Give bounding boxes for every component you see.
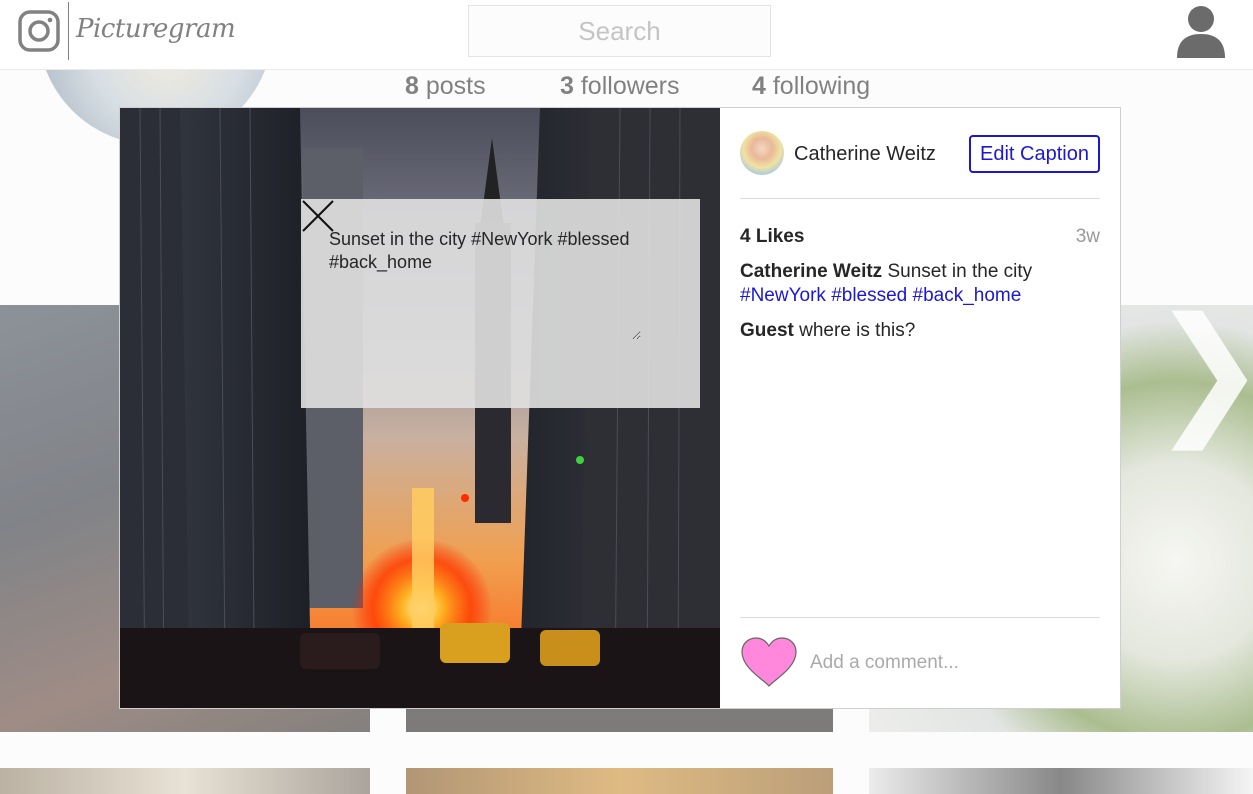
caption-textarea[interactable]: Sunset in the city #NewYork #blessed #ba…	[329, 228, 641, 340]
post-details: Catherine Weitz Edit Caption 4 Likes 3w …	[740, 108, 1100, 708]
post-photo: Sunset in the city #NewYork #blessed #ba…	[120, 108, 720, 708]
author-avatar[interactable]	[740, 131, 784, 175]
hashtag-link[interactable]: #NewYork	[740, 285, 826, 306]
close-x-icon[interactable]	[301, 199, 335, 233]
hashtag-link[interactable]: #blessed	[831, 285, 907, 306]
caption-author[interactable]: Catherine Weitz	[740, 261, 882, 282]
edit-caption-panel: Sunset in the city #NewYork #blessed #ba…	[301, 199, 700, 408]
add-comment-input[interactable]	[810, 643, 1090, 683]
author-name[interactable]: Catherine Weitz	[794, 143, 936, 166]
city-sunset-image	[120, 108, 720, 708]
post-header: Catherine Weitz Edit Caption	[740, 108, 1100, 199]
heart-icon[interactable]	[740, 636, 798, 688]
chevron-right-icon[interactable]: ❯	[1150, 300, 1253, 440]
post-footer	[740, 617, 1100, 708]
edit-caption-button[interactable]: Edit Caption	[969, 135, 1100, 173]
comment-item: Guest where is this?	[740, 319, 1100, 343]
hashtag-link[interactable]: #back_home	[913, 285, 1022, 306]
post-age: 3w	[1075, 226, 1100, 247]
post-caption: Catherine Weitz Sunset in the city #NewY…	[740, 260, 1100, 308]
comment-author[interactable]: Guest	[740, 320, 794, 341]
post-modal: Sunset in the city #NewYork #blessed #ba…	[119, 107, 1121, 709]
likes-count: 4 Likes	[740, 226, 805, 247]
caption-text: Sunset in the city	[887, 261, 1033, 282]
comment-text: where is this?	[799, 320, 916, 341]
